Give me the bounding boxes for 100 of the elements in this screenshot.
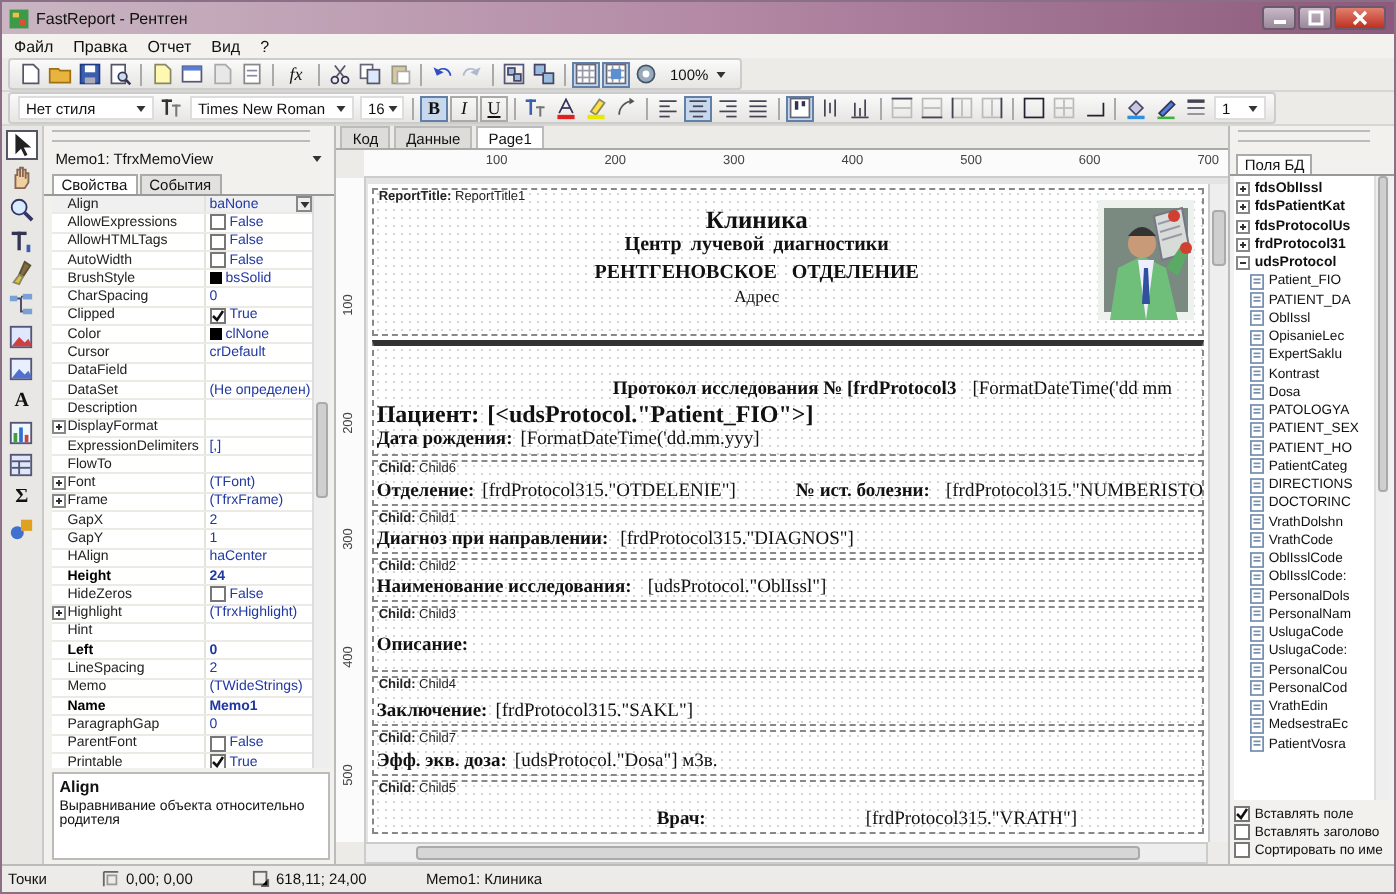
scrollbar[interactable] (312, 196, 331, 768)
font-size-icon[interactable] (522, 95, 550, 121)
field-expression[interactable]: [frdProtocol315."OTDELENIE"] (482, 482, 736, 502)
tool-button[interactable]: A (5, 386, 38, 416)
settings-icon[interactable] (632, 61, 660, 87)
field-expression[interactable]: [udsProtocol."OblIssl"] (647, 578, 827, 598)
checkbox[interactable] (1234, 824, 1251, 840)
align-center-icon[interactable] (684, 95, 712, 121)
frame-bottom-icon[interactable] (918, 95, 946, 121)
expand-icon[interactable] (1236, 237, 1251, 252)
expand-icon[interactable] (51, 420, 66, 435)
image-icon[interactable] (5, 322, 38, 352)
checkbox[interactable] (1234, 842, 1251, 858)
grid-icon[interactable] (572, 61, 600, 87)
expand-icon[interactable] (51, 476, 66, 491)
field-expression[interactable]: [FormatDateTime('dd.mm.yyy] (520, 430, 760, 450)
menu-item[interactable]: Файл (14, 37, 54, 55)
paint-bucket-icon[interactable] (1122, 95, 1150, 121)
align-right-icon[interactable] (714, 95, 742, 121)
snap-grid-icon[interactable] (602, 61, 630, 87)
chart-icon[interactable] (5, 418, 38, 448)
shapes-icon[interactable] (5, 514, 38, 544)
checkbox[interactable] (209, 252, 226, 269)
copy-icon[interactable] (356, 61, 384, 87)
database-icon[interactable] (5, 450, 38, 480)
group-icon[interactable] (500, 61, 528, 87)
checkbox[interactable] (209, 586, 226, 603)
report-heading[interactable]: РЕНТГЕНОВСКОЕ ОТДЕЛЕНИЕ (594, 261, 919, 285)
rotate-icon[interactable] (612, 95, 640, 121)
field-label[interactable]: Описание: (376, 636, 469, 656)
close-button[interactable] (1334, 6, 1386, 30)
align-justify-icon[interactable] (744, 95, 772, 121)
menu-item[interactable]: Отчет (147, 37, 192, 55)
pointer-icon[interactable] (5, 130, 38, 160)
field-expression[interactable]: [frdProtocol315."NUMBERISTO (945, 482, 1203, 502)
pen-icon[interactable] (1152, 95, 1180, 121)
frame-left-icon[interactable] (948, 95, 976, 121)
frame-all-icon[interactable] (1020, 95, 1048, 121)
field-label[interactable]: [<udsProtocol."Patient_FIO">] (487, 400, 814, 430)
menu-item[interactable]: Вид (211, 37, 241, 55)
scrollbar[interactable] (1208, 184, 1229, 842)
field-label[interactable]: Врач: (656, 810, 706, 830)
checkbox[interactable] (209, 233, 226, 250)
expand-icon[interactable] (51, 606, 66, 621)
tool-button[interactable]: Σ (5, 482, 38, 512)
checkbox[interactable] (209, 754, 226, 768)
scrollbar[interactable] (1374, 176, 1390, 800)
checkbox[interactable] (1234, 806, 1251, 822)
field-label[interactable]: Протокол исследования № [frdProtocol3 (612, 380, 957, 400)
line-style-icon[interactable] (1182, 95, 1210, 121)
report-heading[interactable]: Центр лучевой диагностики (624, 234, 889, 258)
report-band[interactable]: Протокол исследования № [frdProtocol3 [FormatDateTime('dd mm Пациент: [<udsProtocol."Patient_FIO">] Дата рождения: [FormatDateTime('dd.mm.yyy] (372, 340, 1205, 456)
dialog-icon[interactable] (178, 61, 206, 87)
font-color-icon[interactable] (552, 95, 580, 121)
align-bottom-icon[interactable] (846, 95, 874, 121)
align-top-icon[interactable] (786, 95, 814, 121)
truetype-icon[interactable] (158, 95, 186, 121)
magnifier-icon[interactable] (5, 194, 38, 224)
page-settings-icon[interactable] (238, 61, 266, 87)
frame-right-icon[interactable] (978, 95, 1006, 121)
scrollbar[interactable] (364, 842, 1209, 864)
bold-button[interactable]: B (420, 95, 448, 121)
field-label[interactable]: № ист. болезни: (795, 482, 930, 502)
expression-button[interactable]: fx (280, 61, 312, 87)
align-left-icon[interactable] (654, 95, 682, 121)
preview-icon[interactable] (106, 61, 134, 87)
maximize-button[interactable] (1298, 6, 1332, 30)
checkbox[interactable] (209, 735, 226, 752)
field-expression[interactable]: [frdProtocol315."VRATH"] (865, 810, 1077, 830)
field-expression[interactable]: [frdProtocol315."SAKL"] (495, 702, 693, 722)
field-label[interactable]: Отделение: (376, 482, 475, 502)
ungroup-icon[interactable] (530, 61, 558, 87)
underline-button[interactable]: U (480, 95, 508, 121)
expand-icon[interactable] (1236, 219, 1251, 234)
field-label[interactable]: Диагноз при направлении: (376, 530, 609, 550)
field-label[interactable]: Заключение: (376, 702, 488, 722)
italic-button[interactable]: I (450, 95, 478, 121)
expand-icon[interactable] (51, 494, 66, 509)
report-heading[interactable]: Клиника (705, 206, 808, 235)
new-page-icon[interactable] (16, 61, 44, 87)
save-icon[interactable] (76, 61, 104, 87)
image-icon[interactable] (5, 354, 38, 384)
field-label[interactable]: Наименование исследования: (376, 578, 632, 598)
field-label[interactable]: Эфф. экв. доза: (376, 752, 507, 772)
field-expression[interactable]: [FormatDateTime('dd mm (972, 380, 1172, 400)
dropdown-button[interactable] (296, 196, 313, 213)
report-heading[interactable]: Адрес (734, 288, 780, 309)
field-label[interactable]: Пациент: (376, 400, 480, 430)
expand-icon[interactable] (1236, 200, 1251, 215)
minimize-button[interactable] (1262, 6, 1296, 30)
frame-top-icon[interactable] (888, 95, 916, 121)
tree-icon[interactable] (5, 290, 38, 320)
checkbox[interactable] (209, 214, 226, 231)
menu-item[interactable]: Правка (73, 37, 128, 55)
field-expression[interactable]: [frdProtocol315."DIAGNOS"] (620, 530, 854, 550)
field-label[interactable]: Дата рождения: (376, 430, 513, 450)
checkbox[interactable] (209, 307, 226, 324)
field-expression[interactable]: [udsProtocol."Dosa"] м3в. (514, 752, 718, 772)
scissors-icon[interactable] (326, 61, 354, 87)
expand-icon[interactable] (1236, 182, 1251, 197)
